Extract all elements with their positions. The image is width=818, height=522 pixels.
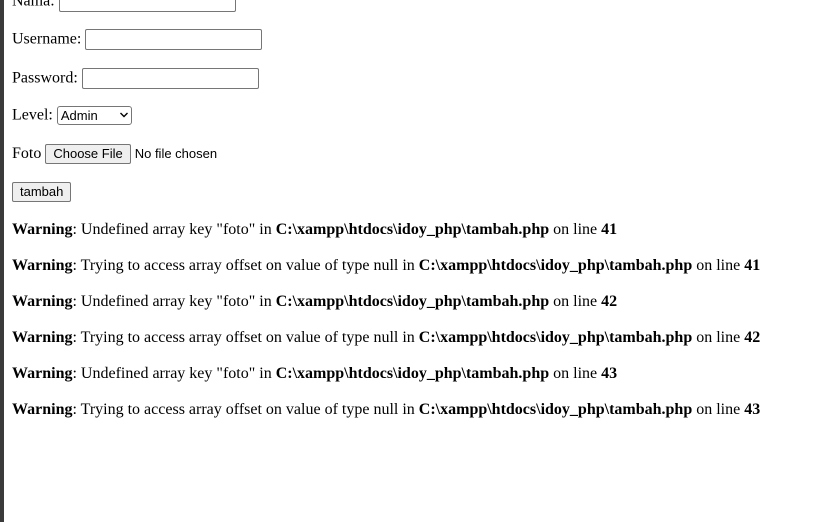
warning-line: Warning: Trying to access array offset o… bbox=[12, 401, 760, 419]
level-select[interactable]: Admin bbox=[56, 106, 132, 125]
warning-label: Warning bbox=[12, 221, 73, 238]
warning-on-line: on line bbox=[549, 221, 602, 238]
submit-row: tambah bbox=[12, 182, 72, 202]
password-input[interactable] bbox=[81, 68, 259, 89]
warning-message: : Undefined array key "foto" in bbox=[72, 365, 276, 382]
warning-path: C:\xampp\htdocs\idoy_php\tambah.php bbox=[418, 401, 693, 418]
warning-on-line: on line bbox=[692, 257, 745, 274]
warning-line: Warning: Trying to access array offset o… bbox=[12, 257, 760, 275]
warning-line-number: 41 bbox=[744, 257, 761, 274]
warning-line: Warning: Undefined array key "foto" in C… bbox=[12, 365, 617, 383]
nama-row: Nama: bbox=[12, 0, 236, 12]
warning-label: Warning bbox=[12, 365, 73, 382]
username-input[interactable] bbox=[85, 29, 263, 50]
foto-label: Foto bbox=[12, 145, 42, 162]
warning-line-number: 43 bbox=[601, 365, 618, 382]
level-label: Level: bbox=[12, 106, 53, 124]
warning-line: Warning: Trying to access array offset o… bbox=[12, 329, 760, 347]
warning-path: C:\xampp\htdocs\idoy_php\tambah.php bbox=[418, 257, 693, 274]
nama-input[interactable] bbox=[58, 0, 236, 12]
warning-line-number: 41 bbox=[601, 221, 618, 238]
choose-file-button[interactable]: Choose File bbox=[45, 144, 131, 164]
warning-on-line: on line bbox=[692, 329, 745, 346]
warning-message: : Trying to access array offset on value… bbox=[72, 401, 419, 418]
no-file-text: No file chosen bbox=[134, 146, 218, 161]
warning-line-number: 42 bbox=[744, 329, 761, 346]
username-row: Username: bbox=[12, 29, 263, 50]
level-row: Level: Admin bbox=[12, 106, 132, 125]
warning-message: : Trying to access array offset on value… bbox=[72, 257, 419, 274]
tambah-button[interactable]: tambah bbox=[12, 182, 72, 202]
warning-path: C:\xampp\htdocs\idoy_php\tambah.php bbox=[275, 365, 550, 382]
warning-on-line: on line bbox=[549, 365, 602, 382]
warning-path: C:\xampp\htdocs\idoy_php\tambah.php bbox=[418, 329, 693, 346]
warning-path: C:\xampp\htdocs\idoy_php\tambah.php bbox=[275, 293, 550, 310]
username-label: Username: bbox=[12, 30, 82, 48]
warning-line-number: 43 bbox=[744, 401, 761, 418]
password-row: Password: bbox=[12, 68, 259, 89]
warning-line: Warning: Undefined array key "foto" in C… bbox=[12, 293, 617, 311]
level-selected-value: Admin bbox=[60, 108, 98, 123]
warning-label: Warning bbox=[12, 293, 73, 310]
nama-label: Nama: bbox=[12, 0, 55, 10]
warning-line: Warning: Undefined array key "foto" in C… bbox=[12, 221, 617, 239]
chevron-down-icon bbox=[119, 112, 128, 118]
warning-label: Warning bbox=[12, 401, 73, 418]
password-label: Password: bbox=[12, 69, 78, 87]
warning-on-line: on line bbox=[692, 401, 745, 418]
foto-row: Foto Choose File No file chosen bbox=[12, 144, 217, 164]
warning-label: Warning bbox=[12, 329, 73, 346]
warning-line-number: 42 bbox=[601, 293, 618, 310]
warning-message: : Undefined array key "foto" in bbox=[72, 221, 276, 238]
warning-message: : Trying to access array offset on value… bbox=[72, 329, 419, 346]
warning-on-line: on line bbox=[549, 293, 602, 310]
warning-label: Warning bbox=[12, 257, 73, 274]
warning-message: : Undefined array key "foto" in bbox=[72, 293, 276, 310]
warning-path: C:\xampp\htdocs\idoy_php\tambah.php bbox=[275, 221, 550, 238]
window-left-edge bbox=[0, 0, 4, 522]
